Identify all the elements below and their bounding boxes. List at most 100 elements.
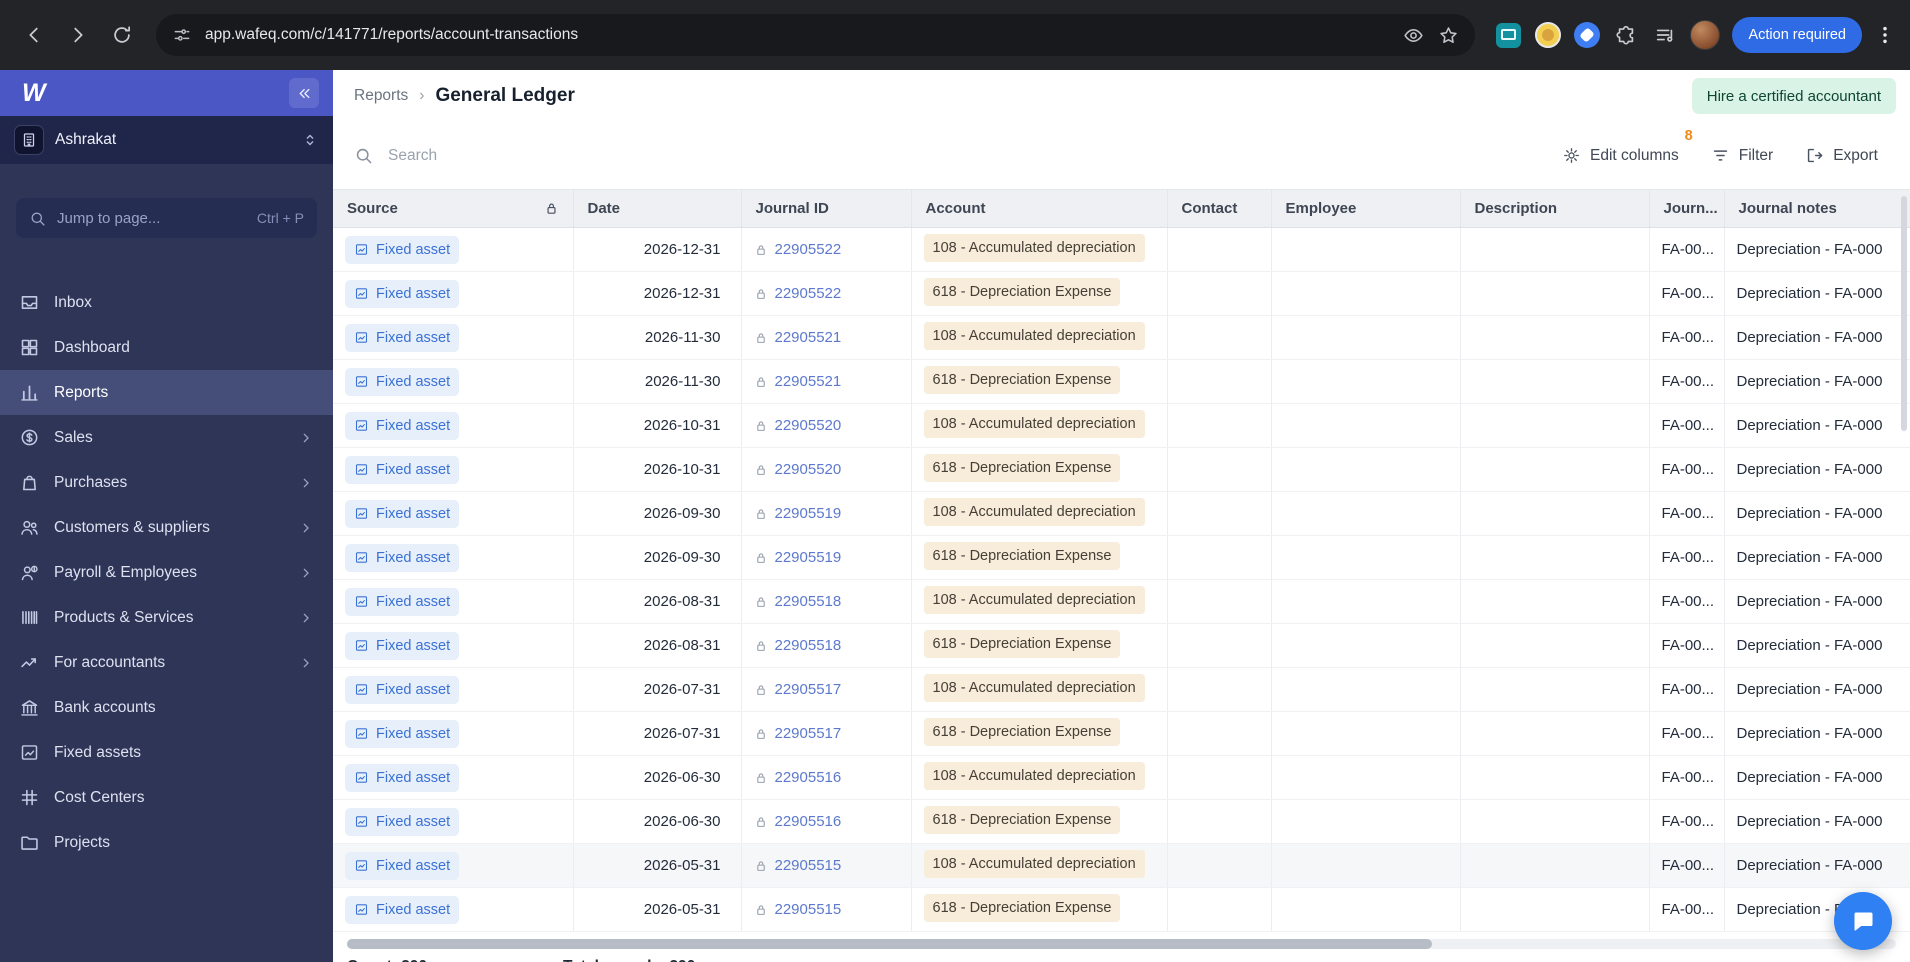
account-badge[interactable]: 108 - Accumulated depreciation [923, 585, 1145, 614]
table-row[interactable]: Fixed asset 2026-06-30 22905516 [333, 755, 1910, 800]
sidebar-item-bank-accounts[interactable]: Bank accounts [0, 685, 333, 730]
extensions-puzzle-icon[interactable] [1612, 22, 1639, 49]
wafeq-logo[interactable]: W [22, 79, 46, 108]
source-badge[interactable]: Fixed asset [345, 807, 460, 836]
source-badge[interactable]: Fixed asset [345, 631, 460, 660]
sidebar-item-dashboard[interactable]: Dashboard [0, 325, 333, 370]
sidebar-item-inbox[interactable]: Inbox [0, 280, 333, 325]
account-badge[interactable]: 618 - Depreciation Expense [923, 453, 1121, 482]
reading-list-icon[interactable] [1651, 22, 1678, 49]
journal-id-link[interactable]: 22905518 [775, 593, 842, 610]
sidebar-item-sales[interactable]: Sales [0, 415, 333, 460]
journal-id-link[interactable]: 22905519 [775, 505, 842, 522]
table-row[interactable]: Fixed asset 2026-07-31 22905517 [333, 667, 1910, 712]
source-badge[interactable]: Fixed asset [345, 323, 460, 352]
company-selector[interactable]: Ashrakat [0, 116, 333, 164]
table-row[interactable]: Fixed asset 2026-12-31 22905522 [333, 271, 1910, 316]
account-badge[interactable]: 618 - Depreciation Expense [923, 365, 1121, 394]
journal-id-link[interactable]: 22905520 [775, 417, 842, 434]
horizontal-scrollbar-track[interactable] [347, 939, 1896, 949]
hire-accountant-button[interactable]: Hire a certified accountant [1691, 78, 1896, 114]
source-badge[interactable]: Fixed asset [345, 455, 460, 484]
table-row[interactable]: Fixed asset 2026-08-31 22905518 [333, 579, 1910, 624]
account-badge[interactable]: 618 - Depreciation Expense [923, 629, 1121, 658]
journal-id-link[interactable]: 22905517 [775, 681, 842, 698]
column-header-description[interactable]: Description [1460, 189, 1650, 228]
source-badge[interactable]: Fixed asset [345, 279, 460, 308]
journal-id-link[interactable]: 22905518 [775, 637, 842, 654]
browser-menu-icon[interactable] [1874, 24, 1896, 46]
profile-avatar[interactable] [1690, 20, 1721, 50]
column-header-date[interactable]: Date [573, 189, 742, 228]
journal-id-link[interactable]: 22905515 [775, 857, 842, 874]
table-row[interactable]: Fixed asset 2026-09-30 22905519 [333, 535, 1910, 580]
account-badge[interactable]: 108 - Accumulated depreciation [923, 761, 1145, 790]
extension-icon-3[interactable] [1573, 22, 1600, 49]
sidebar-item-for-accountants[interactable]: For accountants [0, 640, 333, 685]
source-badge[interactable]: Fixed asset [345, 367, 460, 396]
sidebar-item-fixed-assets[interactable]: Fixed assets [0, 730, 333, 775]
sidebar-item-cost-centers[interactable]: Cost Centers [0, 775, 333, 820]
vertical-scrollbar-thumb[interactable] [1901, 196, 1907, 431]
journal-id-link[interactable]: 22905522 [775, 241, 842, 258]
source-badge[interactable]: Fixed asset [345, 895, 460, 924]
column-header-journal-number[interactable]: Journ... [1649, 189, 1725, 228]
chat-widget-button[interactable] [1834, 892, 1892, 950]
source-badge[interactable]: Fixed asset [345, 587, 460, 616]
column-header-journal-notes[interactable]: Journal notes [1724, 189, 1910, 228]
source-badge[interactable]: Fixed asset [345, 411, 460, 440]
journal-id-link[interactable]: 22905516 [775, 813, 842, 830]
source-badge[interactable]: Fixed asset [345, 675, 460, 704]
journal-id-link[interactable]: 22905521 [775, 329, 842, 346]
journal-id-link[interactable]: 22905522 [775, 285, 842, 302]
table-row[interactable]: Fixed asset 2026-08-31 22905518 [333, 623, 1910, 668]
source-badge[interactable]: Fixed asset [345, 763, 460, 792]
column-header-contact[interactable]: Contact [1167, 189, 1272, 228]
table-row[interactable]: Fixed asset 2026-12-31 22905522 [333, 227, 1910, 272]
source-badge[interactable]: Fixed asset [345, 851, 460, 880]
site-info-icon[interactable] [172, 25, 192, 45]
journal-id-link[interactable]: 22905515 [775, 901, 842, 918]
journal-id-link[interactable]: 22905519 [775, 549, 842, 566]
column-header-employee[interactable]: Employee [1271, 189, 1461, 228]
extension-icon-1[interactable] [1495, 22, 1522, 49]
source-badge[interactable]: Fixed asset [345, 499, 460, 528]
bookmark-star-icon[interactable] [1438, 25, 1459, 46]
account-badge[interactable]: 618 - Depreciation Expense [923, 277, 1121, 306]
filter-button[interactable]: Filter [1711, 146, 1773, 165]
preview-eye-icon[interactable] [1403, 25, 1424, 46]
export-button[interactable]: Export [1805, 146, 1878, 165]
table-row[interactable]: Fixed asset 2026-05-31 22905515 [333, 887, 1910, 932]
jump-to-page-button[interactable]: Jump to page... Ctrl + P [16, 198, 317, 238]
horizontal-scrollbar-thumb[interactable] [347, 939, 1432, 949]
journal-id-link[interactable]: 22905520 [775, 461, 842, 478]
browser-forward-button[interactable] [58, 15, 98, 55]
search-input[interactable] [386, 145, 866, 166]
table-row[interactable]: Fixed asset 2026-11-30 22905521 [333, 315, 1910, 360]
breadcrumb-reports[interactable]: Reports [354, 87, 408, 105]
browser-back-button[interactable] [14, 15, 54, 55]
account-badge[interactable]: 108 - Accumulated depreciation [923, 497, 1145, 526]
vertical-scrollbar-track[interactable] [1901, 196, 1907, 756]
table-row[interactable]: Fixed asset 2026-06-30 22905516 [333, 799, 1910, 844]
browser-reload-button[interactable] [102, 15, 142, 55]
sidebar-item-projects[interactable]: Projects [0, 820, 333, 865]
sidebar-collapse-button[interactable] [289, 78, 319, 108]
table-row[interactable]: Fixed asset 2026-10-31 22905520 [333, 447, 1910, 492]
account-badge[interactable]: 108 - Accumulated depreciation [923, 673, 1145, 702]
table-row[interactable]: Fixed asset 2026-10-31 22905520 [333, 403, 1910, 448]
source-badge[interactable]: Fixed asset [345, 719, 460, 748]
journal-id-link[interactable]: 22905517 [775, 725, 842, 742]
table-row[interactable]: Fixed asset 2026-05-31 22905515 [333, 843, 1910, 888]
source-badge[interactable]: Fixed asset [345, 235, 460, 264]
account-badge[interactable]: 618 - Depreciation Expense [923, 893, 1121, 922]
table-row[interactable]: Fixed asset 2026-07-31 22905517 [333, 711, 1910, 756]
account-badge[interactable]: 618 - Depreciation Expense [923, 717, 1121, 746]
account-badge[interactable]: 108 - Accumulated depreciation [923, 321, 1145, 350]
sidebar-item-customers-suppliers[interactable]: Customers & suppliers [0, 505, 333, 550]
account-badge[interactable]: 108 - Accumulated depreciation [923, 409, 1145, 438]
table-row[interactable]: Fixed asset 2026-11-30 22905521 [333, 359, 1910, 404]
source-badge[interactable]: Fixed asset [345, 543, 460, 572]
sidebar-item-payroll-employees[interactable]: Payroll & Employees [0, 550, 333, 595]
journal-id-link[interactable]: 22905521 [775, 373, 842, 390]
